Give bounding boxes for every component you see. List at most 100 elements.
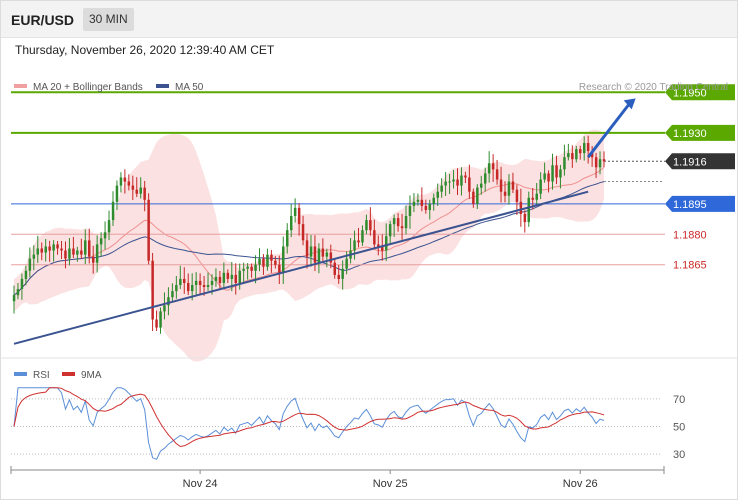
candle-body [503, 191, 507, 196]
candle-body [12, 295, 16, 302]
candle-body [36, 248, 39, 255]
candle-body [183, 278, 186, 283]
x-tick-label: Nov 26 [563, 478, 598, 490]
candle-body [333, 262, 336, 275]
legend-label-0: MA 20 + Bollinger Bands [33, 82, 143, 93]
candle-body [563, 157, 566, 170]
candle-body [341, 268, 344, 279]
x-tick-label: Nov 25 [373, 478, 408, 490]
candle-body [40, 248, 43, 253]
candle-body [301, 224, 305, 241]
candle-body [282, 246, 285, 273]
candle-body [586, 143, 590, 152]
candle-body [400, 226, 404, 229]
rsi-legend-swatch-0 [14, 372, 27, 376]
candle-body [460, 175, 463, 186]
candle-body [191, 285, 194, 292]
candle-body [103, 232, 107, 239]
candle-body [88, 240, 91, 257]
level-label-1.1865: 1.1865 [673, 260, 707, 272]
level-label-1.1930: 1.1930 [673, 128, 707, 140]
candle-body [523, 214, 527, 223]
candle-body [428, 203, 431, 210]
candle-body [230, 274, 234, 279]
candle-body [119, 177, 123, 186]
legend-swatch-0 [14, 84, 27, 88]
candle-body [559, 169, 562, 178]
rsi-ma-line [13, 387, 605, 448]
candle-body [531, 197, 534, 200]
candle-body [491, 163, 495, 170]
candle-body [218, 276, 222, 283]
candle-body [345, 258, 348, 269]
candle-body [468, 177, 471, 192]
candle-body [551, 165, 554, 182]
level-label-1.1880: 1.1880 [673, 229, 707, 241]
candle-body [95, 244, 99, 263]
candle-body [519, 201, 523, 214]
candle-body [444, 181, 447, 186]
candle-body [135, 189, 138, 194]
candle-body [602, 159, 606, 162]
candle-body [52, 244, 55, 251]
candle-body [420, 199, 424, 206]
candle-body [571, 153, 574, 160]
rsi-tick-30: 30 [673, 449, 685, 461]
candle-body [147, 199, 150, 261]
candle-body [187, 283, 190, 292]
candle-body [313, 246, 317, 263]
candle-body [238, 270, 241, 283]
candle-body [262, 258, 265, 267]
candle-body [24, 270, 28, 279]
candle-body [317, 248, 321, 263]
candle-body [226, 272, 230, 279]
candle-body [353, 240, 356, 251]
candle-body [495, 169, 499, 180]
candle-body [99, 238, 103, 245]
candle-body [579, 149, 582, 154]
candle-body [361, 230, 364, 243]
candle-body [155, 319, 158, 328]
candle-body [527, 197, 530, 223]
candle-body [392, 218, 396, 225]
candle-body [388, 224, 392, 237]
candle-body [297, 207, 301, 225]
candle-body [373, 230, 376, 245]
candle-body [76, 250, 79, 255]
candle-body [416, 199, 420, 202]
candle-body [309, 246, 313, 257]
candle-body [159, 311, 162, 328]
candle-body [337, 274, 340, 279]
candle-body [440, 185, 443, 192]
level-label-1.1895: 1.1895 [673, 199, 707, 211]
chart-area: 1.19501.19301.19161.18951.18801.1865MA 2… [0, 82, 738, 490]
candle-body [594, 157, 598, 168]
legend-label-1: MA 50 [175, 82, 204, 93]
candle-body [369, 220, 372, 231]
candle-body [436, 191, 439, 198]
candle-body [357, 240, 360, 243]
candle-body [111, 201, 115, 221]
candle-body [266, 254, 269, 267]
bollinger-band [14, 129, 604, 362]
candle-body [480, 183, 483, 188]
x-tick-label: Nov 24 [183, 478, 218, 490]
candle-body [290, 216, 293, 231]
candle-body [210, 280, 214, 285]
candle-body [84, 240, 87, 255]
candle-body [278, 264, 281, 273]
candle-body [274, 260, 277, 265]
candle-body [44, 246, 47, 253]
candle-body [484, 173, 487, 184]
candle-body [20, 278, 24, 289]
candle-body [92, 256, 95, 263]
candle-body [511, 181, 515, 190]
candle-body [365, 220, 368, 231]
candle-body [222, 272, 226, 283]
candle-body [575, 149, 578, 160]
candle-body [270, 254, 273, 261]
rsi-legend-label-0: RSI [33, 370, 50, 381]
candle-body [151, 260, 154, 320]
candle-body [16, 289, 20, 296]
candle-body [448, 181, 451, 183]
